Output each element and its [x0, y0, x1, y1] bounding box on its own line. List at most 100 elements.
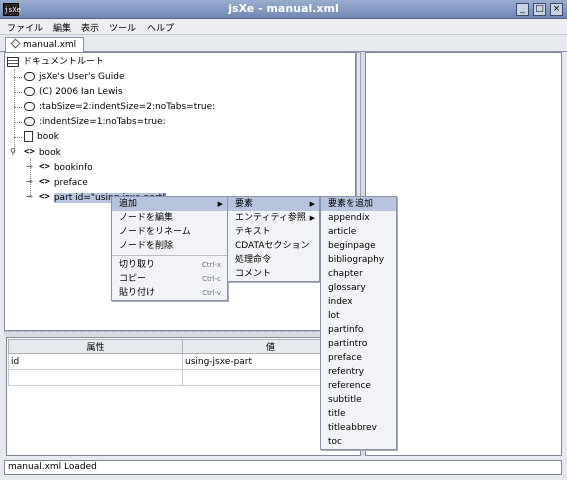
title-bar: jsXe jsXe - manual.xml _ □ ×: [0, 0, 567, 19]
tree-root-label: ドキュメントルート: [23, 57, 105, 67]
tree-node-element[interactable]: <> bookinfo: [39, 161, 93, 174]
tree-node-label: :indentSize=1:noTabs=true:: [39, 117, 166, 127]
menu-edit[interactable]: 編集: [53, 21, 71, 34]
menu-item-comment[interactable]: コメント: [228, 267, 319, 281]
document-icon: [24, 131, 33, 142]
collapsed-handle-icon[interactable]: ⊸: [26, 192, 33, 201]
maximize-button[interactable]: □: [533, 3, 546, 16]
element-icon: <>: [39, 192, 50, 202]
menu-item-rename-node[interactable]: ノードをリネーム: [112, 225, 227, 239]
attributes-table: 属性 値 id using-jsxe-part: [8, 339, 359, 386]
tree-node-label: book: [37, 132, 59, 142]
submenu-arrow-icon: ▶: [309, 200, 315, 208]
tree-connector: [14, 122, 22, 123]
tree-node-doctype[interactable]: book: [24, 131, 59, 144]
element-icon: <>: [39, 177, 50, 187]
attribute-name-cell[interactable]: id: [8, 353, 183, 370]
tab-manual-xml[interactable]: manual.xml: [5, 37, 84, 52]
status-bar: manual.xml Loaded: [4, 460, 562, 475]
menu-item-titleabbrev[interactable]: titleabbrev: [321, 421, 396, 435]
menu-item-paste[interactable]: 貼り付け Ctrl-v: [112, 286, 227, 300]
menu-item-delete-node[interactable]: ノードを削除: [112, 239, 227, 253]
menu-item-copy[interactable]: コピー Ctrl-c: [112, 272, 227, 286]
diamond-icon: [10, 38, 21, 49]
submenu-arrow-icon: ▶: [217, 200, 223, 208]
menu-help[interactable]: ヘルプ: [147, 21, 174, 34]
shortcut-label: Ctrl-v: [202, 289, 221, 297]
tree-node-label: preface: [53, 178, 88, 188]
menu-item-appendix[interactable]: appendix: [321, 211, 396, 225]
menu-item-partintro[interactable]: partintro: [321, 337, 396, 351]
menu-item-lot[interactable]: lot: [321, 309, 396, 323]
menu-item-label: 追加: [119, 199, 138, 209]
menu-item-label: 貼り付け: [119, 288, 156, 298]
menu-item-preface[interactable]: preface: [321, 351, 396, 365]
document-tabs: manual.xml: [0, 35, 567, 52]
add-submenu: 要素 ▶ エンティティ参照 ▶ テキスト CDATAセクション 処理命令 コメント: [227, 196, 320, 282]
menu-bar: ファイル 編集 表示 ツール ヘルプ: [0, 19, 567, 35]
menu-item-partinfo[interactable]: partinfo: [321, 323, 396, 337]
tree-node-label: :tabSize=2:indentSize=2:noTabs=true:: [39, 102, 216, 112]
document-root-icon: [7, 56, 19, 67]
tree-connector: [14, 137, 22, 138]
menu-item-article[interactable]: article: [321, 225, 396, 239]
expand-handle-icon[interactable]: ⚲: [10, 147, 16, 156]
menu-file[interactable]: ファイル: [7, 21, 43, 34]
menu-item-label: エンティティ参照: [235, 213, 306, 223]
menu-item-add-element[interactable]: 要素を追加: [321, 197, 396, 211]
menu-item-bibliography[interactable]: bibliography: [321, 253, 396, 267]
tree-connector: [14, 107, 22, 108]
menu-item-text[interactable]: テキスト: [228, 225, 319, 239]
column-header-attribute[interactable]: 属性: [8, 339, 183, 354]
menu-item-index[interactable]: index: [321, 295, 396, 309]
collapsed-handle-icon[interactable]: ⊸: [26, 162, 33, 171]
menu-item-label: コピー: [119, 274, 147, 284]
tree-connector: [14, 92, 22, 93]
tree-node-comment[interactable]: (C) 2006 Ian Lewis: [24, 86, 123, 99]
menu-item-glossary[interactable]: glossary: [321, 281, 396, 295]
menu-item-add[interactable]: 追加 ▶: [112, 197, 227, 211]
menu-item-cdata[interactable]: CDATAセクション: [228, 239, 319, 253]
comment-icon: [24, 117, 35, 126]
menu-item-reference[interactable]: reference: [321, 379, 396, 393]
table-row[interactable]: [8, 369, 359, 386]
tree-node-label: jsXe's User's Guide: [39, 72, 125, 82]
menu-item-beginpage[interactable]: beginpage: [321, 239, 396, 253]
tree-root[interactable]: ドキュメントルート: [7, 56, 104, 69]
menu-tools[interactable]: ツール: [109, 21, 136, 34]
tree-node-label: (C) 2006 Ian Lewis: [39, 87, 123, 97]
menu-item-subtitle[interactable]: subtitle: [321, 393, 396, 407]
tree-connector: [14, 77, 22, 78]
collapsed-handle-icon[interactable]: ⊸: [26, 177, 33, 186]
menu-view[interactable]: 表示: [81, 21, 99, 34]
element-submenu: 要素を追加 appendix article beginpage bibliog…: [320, 196, 397, 450]
tree-node-comment[interactable]: jsXe's User's Guide: [24, 71, 124, 84]
menu-item-refentry[interactable]: refentry: [321, 365, 396, 379]
tree-node-element[interactable]: <> preface: [39, 176, 88, 189]
menu-item-title[interactable]: title: [321, 407, 396, 421]
tree-node-label: bookinfo: [53, 163, 93, 173]
attribute-name-cell[interactable]: [8, 369, 183, 386]
tree-node-comment[interactable]: :tabSize=2:indentSize=2:noTabs=true:: [24, 101, 215, 114]
minimize-button[interactable]: _: [516, 3, 529, 16]
window-title: jsXe - manual.xml: [228, 2, 339, 15]
menu-item-label: 切り取り: [119, 260, 156, 270]
element-icon: <>: [39, 162, 50, 172]
table-row[interactable]: id using-jsxe-part: [8, 353, 359, 370]
tree-node-comment[interactable]: :indentSize=1:noTabs=true:: [24, 116, 166, 129]
menu-item-label: 要素: [235, 199, 254, 209]
shortcut-label: Ctrl-c: [202, 275, 221, 283]
menu-item-toc[interactable]: toc: [321, 435, 396, 449]
close-button[interactable]: ×: [550, 3, 563, 16]
menu-item-entity-reference[interactable]: エンティティ参照 ▶: [228, 211, 319, 225]
shortcut-label: Ctrl-x: [201, 261, 221, 269]
submenu-arrow-icon: ▶: [309, 214, 315, 222]
comment-icon: [24, 72, 35, 81]
menu-item-chapter[interactable]: chapter: [321, 267, 396, 281]
menu-item-cut[interactable]: 切り取り Ctrl-x: [112, 258, 227, 272]
tree-node-label: book: [38, 148, 61, 158]
menu-item-element[interactable]: 要素 ▶: [228, 197, 319, 211]
tree-node-element[interactable]: <> book: [24, 146, 61, 159]
menu-item-edit-node[interactable]: ノードを編集: [112, 211, 227, 225]
menu-item-processing-instruction[interactable]: 処理命令: [228, 253, 319, 267]
